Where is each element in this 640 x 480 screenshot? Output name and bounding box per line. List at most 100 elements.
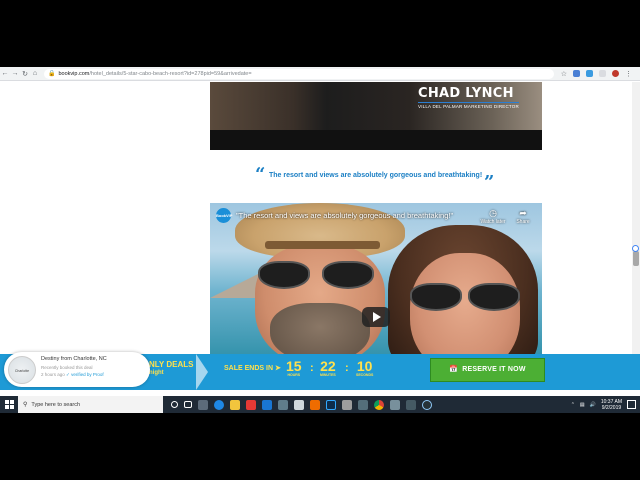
play-button[interactable]: [362, 307, 390, 327]
volume-icon[interactable]: 🔊: [590, 402, 596, 408]
address-bar[interactable]: 🔒 bookvip.com /hotel_details/5-star-cabo…: [44, 68, 554, 79]
app-icon[interactable]: [422, 399, 432, 410]
booker-name: Destiny from Charlotte, NC: [41, 356, 107, 362]
back-arrow-icon[interactable]: ←: [0, 70, 10, 77]
app-icon[interactable]: [198, 399, 208, 410]
windows-taskbar: ⚲ Type here to search ⌃ ▤ 🔊 10:37 AM 9/2…: [0, 396, 640, 413]
lock-icon: 🔒: [48, 71, 56, 77]
open-quote-icon: “: [255, 164, 266, 185]
chrome-icon[interactable]: [374, 399, 384, 410]
booking-time: 2 hours ago: [41, 372, 65, 377]
speaker-role: VILLA DEL PALMAR MARKETING DIRECTOR: [418, 102, 519, 109]
spokesperson-video[interactable]: CHAD LYNCH VILLA DEL PALMAR MARKETING DI…: [210, 82, 542, 150]
reload-icon[interactable]: ↻: [20, 70, 30, 78]
menu-dots-icon[interactable]: ⋮: [625, 70, 632, 78]
social-proof-popup[interactable]: Charlotte Destiny from Charlotte, NC Rec…: [4, 352, 150, 387]
app-icon[interactable]: [342, 399, 352, 410]
lens-right: [468, 283, 520, 311]
taskbar-search[interactable]: ⚲ Type here to search: [18, 396, 163, 413]
speaker-name: CHAD LYNCH: [418, 86, 514, 101]
calendar-icon: 📅: [449, 366, 459, 373]
forward-arrow-icon[interactable]: →: [10, 70, 20, 77]
page-content: CHAD LYNCH VILLA DEL PALMAR MARKETING DI…: [0, 82, 640, 354]
start-button[interactable]: [0, 396, 18, 413]
search-icon: ⚲: [23, 402, 28, 408]
system-tray: ⌃ ▤ 🔊 10:37 AM 9/2/2019: [571, 399, 640, 411]
chevron-up-icon[interactable]: ⌃: [571, 402, 575, 408]
app-icon[interactable]: [246, 399, 256, 410]
extension-icon[interactable]: [586, 70, 593, 77]
verified-label: verified by Proof: [71, 372, 104, 377]
video-letterbox: [210, 130, 542, 150]
url-domain: bookvip.com: [58, 70, 90, 77]
scrollbar-thumb[interactable]: [633, 251, 639, 266]
booking-meta: 2 hours ago ✓ verified by Proof: [41, 372, 104, 378]
sale-ends-text: SALE ENDS IN: [224, 365, 274, 372]
sale-ends-label: SALE ENDS IN ➤: [224, 364, 281, 372]
file-explorer-icon[interactable]: [230, 399, 240, 410]
chat-bubble-icon[interactable]: [632, 245, 639, 252]
promo-chevron: [196, 354, 208, 390]
lower-third: CHAD LYNCH VILLA DEL PALMAR MARKETING DI…: [418, 86, 519, 109]
star-icon[interactable]: ☆: [561, 70, 567, 78]
app-icon[interactable]: [310, 399, 320, 410]
lens-left: [410, 283, 462, 311]
countdown-hours: 15 HOURS: [286, 359, 302, 378]
screen: ← → ↻ ⌂ 🔒 bookvip.com /hotel_details/5-s…: [0, 67, 640, 413]
extension-icon[interactable]: [573, 70, 580, 77]
countdown-hours-value: 15: [286, 358, 302, 374]
check-icon: ✓: [66, 372, 70, 377]
reserve-label: RESERVE IT NOW: [462, 366, 526, 373]
clock-icon: ◷: [489, 208, 497, 218]
countdown-seconds: 10 SECONDS: [356, 359, 373, 378]
lens-right: [322, 261, 374, 289]
lens-left: [258, 261, 310, 289]
extension-icons: ☆ ⋮: [561, 70, 640, 78]
map-thumbnail: Charlotte: [8, 356, 36, 384]
photoshop-icon[interactable]: [326, 399, 336, 410]
deals-line2: night: [149, 370, 164, 376]
page-scrollbar[interactable]: [632, 82, 640, 354]
windows-logo-icon: [4, 400, 14, 409]
woman-sunglasses: [410, 283, 522, 313]
extension-icon[interactable]: [599, 70, 606, 77]
clock-date: 9/2/2019: [601, 404, 622, 411]
deals-banner: NLY DEALS night: [149, 361, 193, 377]
share-button[interactable]: ➦ Share: [510, 208, 536, 225]
app-icon[interactable]: [358, 399, 368, 410]
taskbar-search-placeholder: Type here to search: [31, 401, 81, 408]
countdown-separator: :: [345, 362, 349, 374]
network-icon[interactable]: ▤: [580, 402, 585, 408]
clock-time: 10:37 AM: [600, 398, 622, 405]
share-icon: ➦: [519, 208, 527, 218]
task-view-icon[interactable]: [184, 401, 192, 408]
countdown-hours-label: HOURS: [287, 373, 301, 377]
deals-line1: NLY DEALS: [149, 360, 194, 369]
video-title[interactable]: "The resort and views are absolutely gor…: [236, 211, 453, 220]
app-icon[interactable]: [390, 399, 400, 410]
countdown-minutes-value: 22: [320, 358, 336, 374]
home-icon[interactable]: ⌂: [30, 70, 40, 77]
reserve-button[interactable]: 📅 RESERVE IT NOW: [430, 358, 545, 382]
channel-logo[interactable]: BookVIP: [216, 208, 232, 223]
notification-icon[interactable]: [627, 400, 636, 409]
app-icon[interactable]: [262, 399, 272, 410]
profile-avatar-icon[interactable]: [612, 70, 619, 77]
man-beard: [270, 303, 370, 354]
store-icon[interactable]: [294, 399, 304, 410]
watch-later-button[interactable]: ◷ Watch later: [480, 208, 506, 225]
hat-band: [265, 241, 380, 249]
testimonial-video[interactable]: BookVIP "The resort and views are absolu…: [210, 203, 542, 354]
man-sunglasses: [258, 261, 378, 289]
clock[interactable]: 10:37 AM 9/2/2019: [601, 399, 622, 411]
countdown-seconds-label: SECONDS: [356, 373, 374, 377]
booking-action: Recently booked this deal: [41, 365, 93, 370]
share-label: Share: [516, 219, 530, 225]
cortana-icon[interactable]: [171, 401, 178, 408]
app-icon[interactable]: [406, 399, 416, 410]
arrow-right-icon: ➤: [275, 365, 281, 372]
url-path: /hotel_details/5-star-cabo-beach-resort?…: [89, 70, 252, 77]
taskbar-apps: [171, 399, 432, 410]
edge-icon[interactable]: [214, 399, 224, 410]
app-icon[interactable]: [278, 399, 288, 410]
